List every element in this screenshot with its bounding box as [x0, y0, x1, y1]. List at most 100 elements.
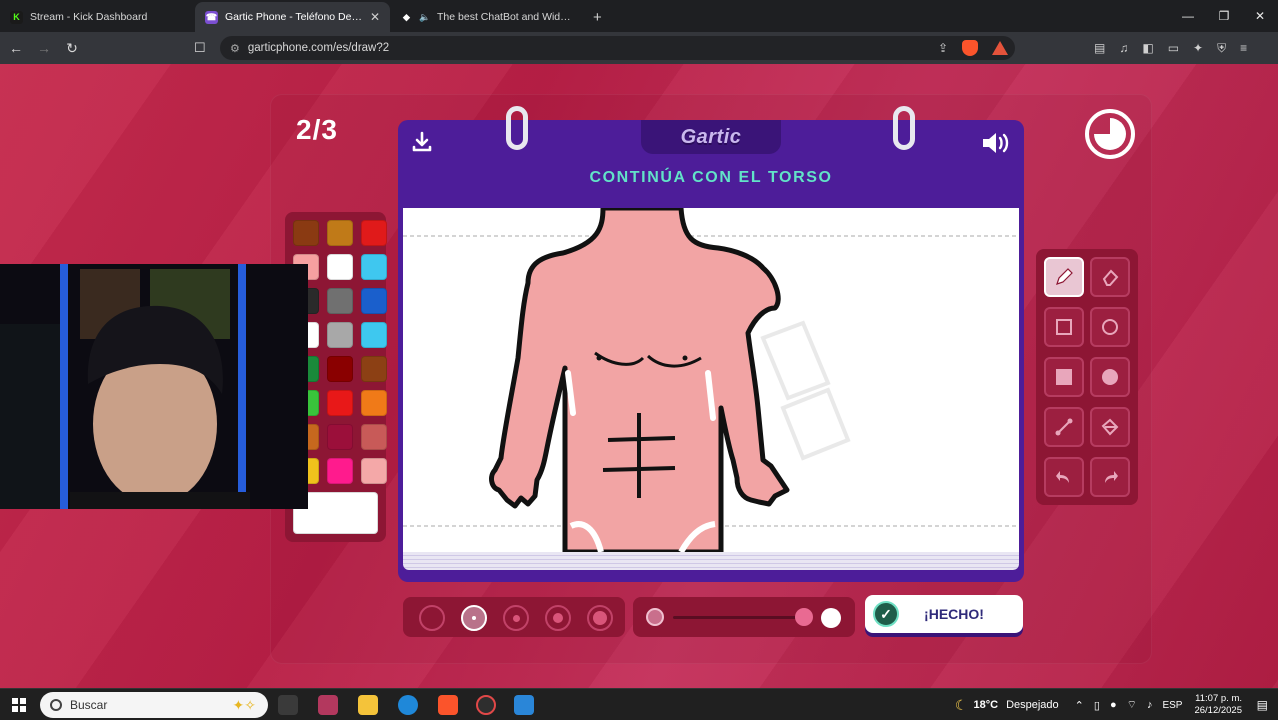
color-swatch[interactable]: [327, 254, 353, 280]
color-swatch[interactable]: [293, 220, 319, 246]
webcam-feed: [0, 264, 308, 509]
minimize-icon[interactable]: —: [1170, 0, 1206, 32]
gartic-logo: Gartic: [641, 120, 781, 154]
undo-tool[interactable]: [1044, 457, 1084, 497]
line-tool[interactable]: [1044, 407, 1084, 447]
taskbar-search[interactable]: Buscar ✦✧: [40, 692, 268, 718]
redo-tool[interactable]: [1090, 457, 1130, 497]
color-swatch[interactable]: [327, 356, 353, 382]
obs-icon[interactable]: [476, 695, 496, 715]
window-controls: — ❐ ✕: [1170, 0, 1278, 32]
edge-icon[interactable]: [398, 695, 418, 715]
reload-icon[interactable]: ↻: [60, 40, 84, 57]
color-swatch[interactable]: [361, 390, 387, 416]
color-swatch[interactable]: [327, 220, 353, 246]
extensions-icon[interactable]: ✦: [1193, 41, 1203, 55]
done-button[interactable]: ✓ ¡HECHO!: [865, 595, 1023, 633]
brave-rewards-icon[interactable]: [992, 41, 1009, 55]
opacity-max-icon: [821, 608, 841, 628]
opacity-min-handle[interactable]: [646, 608, 664, 626]
color-swatch[interactable]: [361, 356, 387, 382]
brave-icon[interactable]: [438, 695, 458, 715]
brush-size-3[interactable]: [503, 605, 529, 631]
color-swatch[interactable]: [361, 288, 387, 314]
drawing-notebook: Gartic CONTINÚA CON EL TORSO: [398, 120, 1024, 582]
app-icon-1[interactable]: [318, 695, 338, 715]
opacity-slider[interactable]: [633, 597, 855, 637]
color-swatch[interactable]: [327, 424, 353, 450]
volume-tray-icon[interactable]: ♪: [1147, 699, 1153, 711]
brush-size-5[interactable]: [587, 605, 613, 631]
menu-icon[interactable]: ≡: [1240, 41, 1247, 55]
task-view-icon[interactable]: [278, 695, 298, 715]
ellipse-outline-tool[interactable]: [1090, 307, 1130, 347]
opacity-track[interactable]: [673, 616, 803, 619]
wifi-icon[interactable]: ⌔: [1127, 698, 1137, 712]
notifications-icon[interactable]: ▤: [1257, 698, 1268, 712]
photos-icon[interactable]: [514, 695, 534, 715]
close-window-icon[interactable]: ✕: [1242, 0, 1278, 32]
language-indicator[interactable]: ESP: [1162, 700, 1182, 711]
opacity-handle[interactable]: [795, 608, 813, 626]
color-swatch[interactable]: [327, 288, 353, 314]
close-tab-icon[interactable]: ✕: [370, 10, 380, 24]
download-icon[interactable]: [410, 130, 434, 154]
moon-weather-icon: ☾: [954, 696, 968, 713]
color-swatch[interactable]: [327, 458, 353, 484]
bookmark-icon[interactable]: ☐: [194, 40, 206, 56]
vpn-icon[interactable]: ⛨: [1217, 41, 1226, 56]
url-actions: ⇪: [938, 32, 1009, 64]
media-icon[interactable]: ♫: [1119, 41, 1128, 55]
file-explorer-icon[interactable]: [358, 695, 378, 715]
tab-kick-dashboard[interactable]: K Stream - Kick Dashboard: [0, 2, 195, 32]
color-swatch[interactable]: [361, 322, 387, 348]
drawing-canvas[interactable]: [403, 208, 1019, 552]
clock-date: 26/12/2025: [1194, 705, 1242, 716]
redo-icon: [1105, 471, 1118, 483]
done-label: ¡HECHO!: [924, 606, 984, 622]
fill-bucket-tool[interactable]: [1090, 407, 1130, 447]
eraser-icon: [1102, 269, 1119, 286]
color-swatch[interactable]: [327, 390, 353, 416]
forward-icon[interactable]: →: [32, 40, 56, 56]
color-swatch[interactable]: [361, 254, 387, 280]
line-icon: [1055, 418, 1073, 436]
brush-size-2[interactable]: [461, 605, 487, 631]
back-icon[interactable]: ←: [4, 40, 28, 56]
circle-fill-icon: [1102, 369, 1118, 385]
brush-size-4[interactable]: [545, 605, 571, 631]
tab-gartic-phone[interactable]: ☎ Gartic Phone - Teléfono Descom ✕: [195, 2, 390, 32]
windows-start-icon[interactable]: [12, 698, 26, 712]
color-swatch[interactable]: [361, 220, 387, 246]
ellipse-fill-tool[interactable]: [1090, 357, 1130, 397]
rectangle-outline-tool[interactable]: [1044, 307, 1084, 347]
sidebar-icon[interactable]: ◧: [1142, 41, 1153, 55]
eraser-tool[interactable]: [1090, 257, 1130, 297]
share-icon[interactable]: ⇪: [938, 41, 948, 55]
binder-ring-left: [506, 106, 528, 150]
torso-drawing: [403, 208, 1019, 552]
reader-mode-icon[interactable]: ▤: [1094, 41, 1105, 55]
chevron-up-icon[interactable]: ⌃: [1075, 699, 1084, 712]
microphone-icon[interactable]: ●: [1110, 699, 1117, 711]
rectangle-fill-tool[interactable]: [1044, 357, 1084, 397]
url-text: garticphone.com/es/draw?2: [247, 42, 390, 54]
site-info-icon[interactable]: ⚙: [230, 42, 240, 55]
search-placeholder: Buscar: [70, 698, 108, 712]
search-icon: [50, 699, 62, 711]
brush-size-1[interactable]: [419, 605, 445, 631]
wallet-icon[interactable]: ▭: [1168, 41, 1179, 55]
color-swatch[interactable]: [361, 458, 387, 484]
color-swatch[interactable]: [327, 322, 353, 348]
pencil-icon: [1056, 268, 1073, 285]
color-swatch[interactable]: [361, 424, 387, 450]
network-icon[interactable]: ▯: [1094, 699, 1100, 712]
url-field[interactable]: ⚙ garticphone.com/es/draw?2: [220, 36, 1015, 60]
new-tab-button[interactable]: +: [593, 9, 602, 26]
brave-shields-icon[interactable]: [962, 40, 979, 56]
clock[interactable]: 11:07 p. m. 26/12/2025: [1194, 693, 1242, 717]
volume-icon[interactable]: [980, 130, 1012, 156]
tab-chatbot-widgets[interactable]: ◆ 🔈 The best ChatBot and Widgets fo: [390, 2, 585, 32]
maximize-icon[interactable]: ❐: [1206, 0, 1242, 32]
pencil-tool[interactable]: [1044, 257, 1084, 297]
